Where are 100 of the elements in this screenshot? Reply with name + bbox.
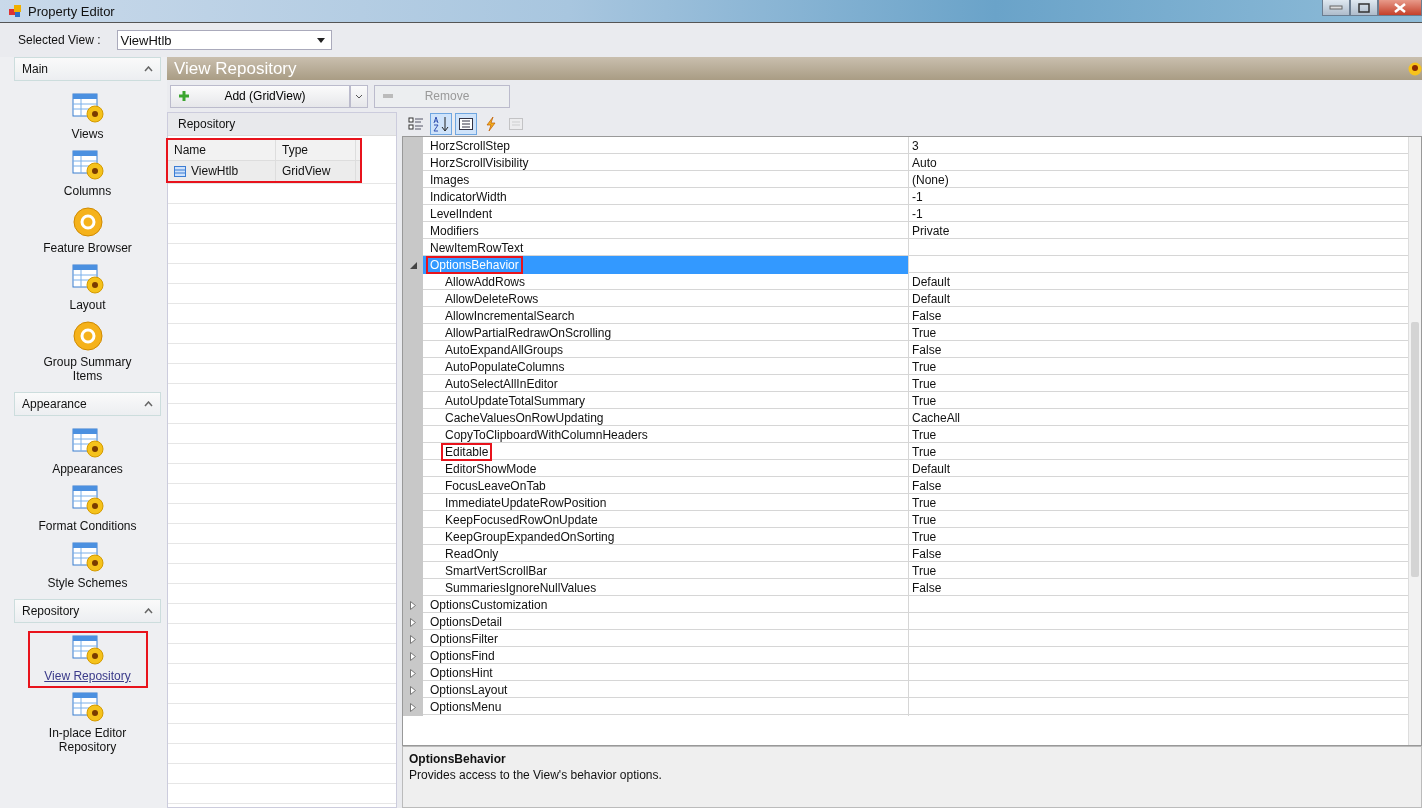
property-value[interactable]: True xyxy=(912,377,937,391)
property-name[interactable]: LevelIndent xyxy=(426,205,497,223)
property-value[interactable]: Default xyxy=(912,292,951,306)
property-name[interactable]: CopyToClipboardWithColumnHeaders xyxy=(441,426,652,444)
property-row[interactable]: OptionsDetail xyxy=(403,613,1408,630)
property-row[interactable]: OptionsLayout xyxy=(403,681,1408,698)
property-value[interactable]: True xyxy=(912,445,937,459)
property-value[interactable]: (None) xyxy=(912,173,949,187)
property-row[interactable]: Modifiers Private xyxy=(403,222,1408,239)
sidebar-item[interactable]: Views xyxy=(71,127,104,141)
sidebar-item[interactable]: Columns xyxy=(63,184,112,198)
sidebar-item[interactable]: Format Conditions xyxy=(38,519,137,533)
column-header[interactable]: Name xyxy=(168,140,276,160)
sidebar-item[interactable]: Feature Browser xyxy=(43,241,132,255)
property-row[interactable]: ImmediateUpdateRowPosition True xyxy=(403,494,1408,511)
property-value[interactable]: CacheAll xyxy=(912,411,961,425)
property-name[interactable]: EditorShowMode xyxy=(441,460,541,478)
property-name[interactable]: ImmediateUpdateRowPosition xyxy=(441,494,611,512)
property-name[interactable]: CacheValuesOnRowUpdating xyxy=(441,409,608,427)
property-row[interactable]: HorzScrollStep 3 xyxy=(403,137,1408,154)
expand-arrow-icon[interactable] xyxy=(410,600,416,610)
property-row[interactable]: CopyToClipboardWithColumnHeaders True xyxy=(403,426,1408,443)
property-value[interactable]: Default xyxy=(912,462,951,476)
sidebar-item[interactable]: Layout xyxy=(69,298,106,312)
property-name[interactable]: OptionsFilter xyxy=(426,630,503,648)
property-name[interactable]: OptionsLayout xyxy=(426,681,512,699)
sidebar-group-header[interactable]: Appearance xyxy=(14,392,161,416)
property-name[interactable]: IndicatorWidth xyxy=(426,188,511,206)
sidebar-item[interactable]: View Repository xyxy=(44,669,131,683)
property-name[interactable]: OptionsDetail xyxy=(426,613,507,631)
property-row[interactable]: AutoExpandAllGroups False xyxy=(403,341,1408,358)
property-row[interactable]: IndicatorWidth -1 xyxy=(403,188,1408,205)
property-name[interactable]: AutoPopulateColumns xyxy=(441,358,569,376)
property-value[interactable]: -1 xyxy=(912,207,923,221)
expand-arrow-icon[interactable] xyxy=(410,685,416,695)
property-value[interactable]: False xyxy=(912,309,942,323)
property-name[interactable]: HorzScrollStep xyxy=(426,137,515,155)
property-row[interactable]: Images (None) xyxy=(403,171,1408,188)
property-row[interactable]: SmartVertScrollBar True xyxy=(403,562,1408,579)
property-row[interactable]: FocusLeaveOnTab False xyxy=(403,477,1408,494)
property-name[interactable]: AllowPartialRedrawOnScrolling xyxy=(441,324,616,342)
property-row[interactable]: AllowDeleteRows Default xyxy=(403,290,1408,307)
property-row[interactable]: ReadOnly False xyxy=(403,545,1408,562)
property-name[interactable]: NewItemRowText xyxy=(426,239,528,257)
property-value[interactable]: Auto xyxy=(912,156,937,170)
property-name[interactable]: FocusLeaveOnTab xyxy=(441,477,550,495)
property-value[interactable]: -1 xyxy=(912,190,923,204)
property-row[interactable]: OptionsMenu xyxy=(403,698,1408,715)
property-value[interactable]: True xyxy=(912,496,937,510)
sidebar-group-header[interactable]: Main xyxy=(14,57,161,81)
alphabetical-sort-button[interactable] xyxy=(430,113,452,135)
property-value[interactable]: True xyxy=(912,394,937,408)
table-row[interactable]: ViewHtlb GridView xyxy=(168,161,360,181)
property-name[interactable]: AutoUpdateTotalSummary xyxy=(441,392,590,410)
sidebar-item[interactable]: Style Schemes xyxy=(47,576,128,590)
property-name[interactable]: Images xyxy=(426,171,474,189)
property-row[interactable]: OptionsHint xyxy=(403,664,1408,681)
sidebar-item[interactable]: Group Summary Items xyxy=(29,355,146,383)
property-value[interactable]: True xyxy=(912,513,937,527)
property-row[interactable]: KeepGroupExpandedOnSorting True xyxy=(403,528,1408,545)
property-name[interactable]: AutoExpandAllGroups xyxy=(441,341,568,359)
sidebar-item[interactable]: In-place Editor Repository xyxy=(29,726,146,754)
property-name[interactable]: Modifiers xyxy=(426,222,483,240)
property-value[interactable]: True xyxy=(912,530,937,544)
property-name[interactable]: SummariesIgnoreNullValues xyxy=(441,579,601,597)
expand-arrow-icon[interactable] xyxy=(410,651,416,661)
property-name[interactable]: ReadOnly xyxy=(441,545,503,563)
property-value[interactable]: True xyxy=(912,428,937,442)
property-row[interactable]: Editable True xyxy=(403,443,1408,460)
property-row[interactable]: AllowIncrementalSearch False xyxy=(403,307,1408,324)
property-name[interactable]: HorzScrollVisibility xyxy=(426,154,533,172)
property-row[interactable]: AutoUpdateTotalSummary True xyxy=(403,392,1408,409)
property-value[interactable]: False xyxy=(912,479,942,493)
property-row[interactable]: AllowAddRows Default xyxy=(403,273,1408,290)
property-name[interactable]: KeepFocusedRowOnUpdate xyxy=(441,511,602,529)
property-name[interactable]: KeepGroupExpandedOnSorting xyxy=(441,528,619,546)
property-row[interactable]: AutoPopulateColumns True xyxy=(403,358,1408,375)
property-name[interactable]: AllowAddRows xyxy=(441,273,530,291)
property-row[interactable]: EditorShowMode Default xyxy=(403,460,1408,477)
close-button[interactable] xyxy=(1378,0,1422,16)
property-value[interactable]: False xyxy=(912,343,942,357)
sidebar-item[interactable]: Appearances xyxy=(52,462,123,476)
selected-view-dropdown[interactable]: ViewHtlb xyxy=(116,30,332,50)
column-header[interactable]: Type xyxy=(276,140,356,160)
expand-arrow-icon[interactable] xyxy=(410,702,416,712)
property-value[interactable]: True xyxy=(912,360,937,374)
property-name[interactable]: Editable xyxy=(441,443,493,461)
property-value[interactable]: True xyxy=(912,326,937,340)
property-value[interactable]: True xyxy=(912,564,937,578)
expand-arrow-icon[interactable] xyxy=(410,634,416,644)
property-name[interactable]: SmartVertScrollBar xyxy=(441,562,552,580)
properties-view-button[interactable] xyxy=(455,113,477,135)
property-name[interactable]: AllowDeleteRows xyxy=(441,290,543,308)
property-value[interactable]: 3 xyxy=(912,139,919,153)
expanded-arrow-icon[interactable] xyxy=(409,261,417,269)
property-name[interactable]: OptionsHint xyxy=(426,664,497,682)
expand-arrow-icon[interactable] xyxy=(410,617,416,627)
property-name[interactable]: OptionsCustomization xyxy=(426,596,552,614)
property-row[interactable]: SummariesIgnoreNullValues False xyxy=(403,579,1408,596)
property-row[interactable]: OptionsFind xyxy=(403,647,1408,664)
